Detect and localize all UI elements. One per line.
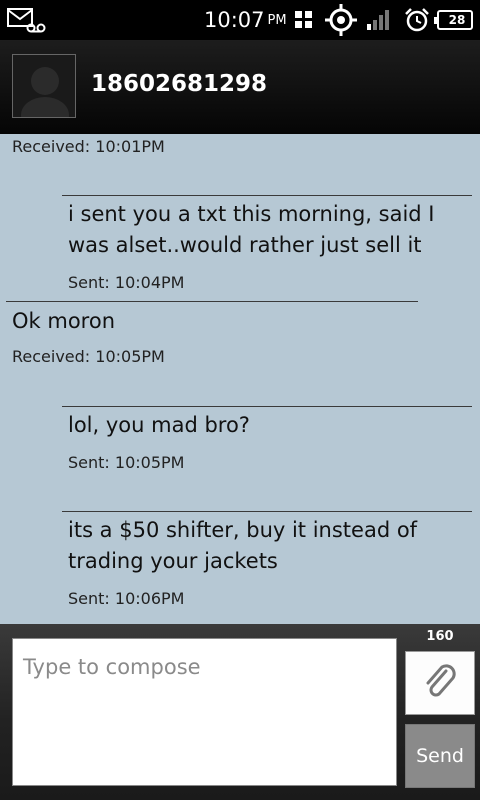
attach-button[interactable] [405, 651, 475, 715]
clock-ampm: PM [267, 12, 287, 28]
message-timestamp: Received: 10:05PM [12, 347, 165, 366]
message-divider [62, 195, 472, 196]
battery-level: 28 [434, 10, 473, 30]
message-text: i sent you a txt this morning, said I [68, 202, 435, 226]
message-divider [6, 301, 418, 302]
message-text: its a $50 shifter, buy it instead of [68, 518, 418, 542]
message-text: was alset..would rather just sell it [68, 233, 422, 257]
sms-voicemail-icon [6, 0, 46, 40]
message-text: Ok moron [12, 309, 116, 333]
signal-icon [366, 0, 392, 40]
contact-header: 18602681298 [0, 40, 480, 134]
send-button[interactable]: Send [405, 724, 475, 788]
grid-icon [294, 0, 314, 40]
message-thread[interactable]: Received: 10:01PM i sent you a txt this … [0, 134, 480, 624]
message-text: trading your jackets [68, 549, 278, 573]
message-timestamp: Received: 10:01PM [12, 137, 165, 156]
paperclip-icon [420, 661, 460, 705]
compose-input[interactable] [12, 638, 397, 786]
gps-icon [324, 0, 358, 40]
message-text: lol, you mad bro? [68, 413, 250, 437]
clock-time: 10:07 [204, 8, 265, 32]
alarm-icon [404, 0, 430, 40]
message-timestamp: Sent: 10:05PM [68, 453, 185, 472]
contact-name: 18602681298 [91, 71, 268, 97]
clock: 10:07 PM [204, 0, 287, 40]
message-divider [62, 511, 472, 512]
compose-bar: 160 Send [0, 624, 480, 800]
status-bar: 10:07 PM 28 [0, 0, 480, 40]
default-avatar-icon[interactable] [12, 54, 76, 118]
message-timestamp: Sent: 10:06PM [68, 589, 185, 608]
message-timestamp: Sent: 10:04PM [68, 273, 185, 292]
message-divider [62, 406, 472, 407]
character-counter: 160 [426, 629, 454, 644]
battery-icon: 28 [434, 0, 473, 40]
